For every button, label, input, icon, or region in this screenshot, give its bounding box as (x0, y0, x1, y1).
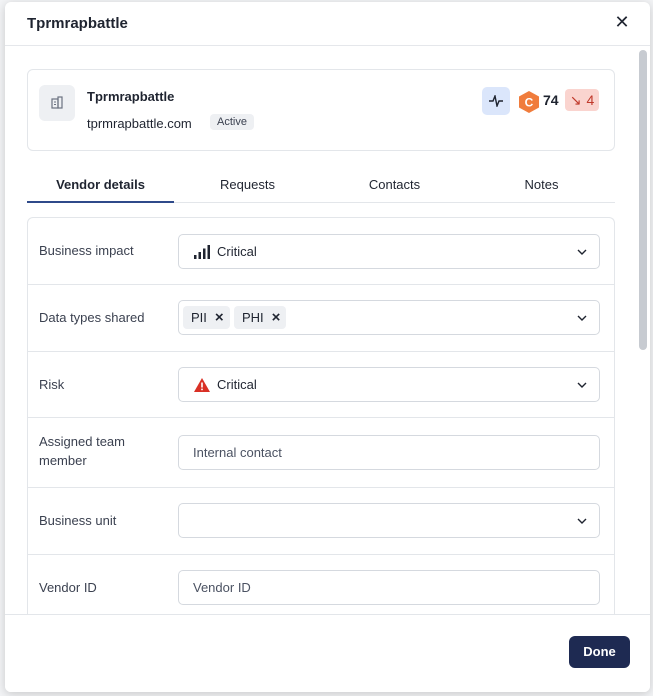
data-types-label: Data types shared (39, 310, 145, 325)
score-trend-badge: ↘ 4 (565, 89, 599, 111)
modal-body[interactable]: Tprmrapbattle tprmrapbattle.com Active C… (5, 47, 650, 614)
form-row-risk: Risk Critical (28, 352, 614, 418)
trend-value: 4 (586, 92, 595, 108)
scrollbar-thumb[interactable] (639, 50, 647, 350)
business-impact-value: Critical (217, 244, 257, 259)
tab-notes[interactable]: Notes (468, 177, 615, 203)
activity-pulse-icon[interactable] (482, 87, 510, 115)
modal-title: Tprmrapbattle (27, 15, 128, 32)
vendor-details-form: Business impact Critical Data types shar… (27, 217, 615, 614)
chevron-down-icon (577, 249, 587, 255)
modal-footer: Done (5, 614, 650, 692)
form-row-data-types: Data types shared PII × PHI × (28, 285, 614, 352)
risk-value: Critical (217, 377, 257, 392)
done-button[interactable]: Done (569, 636, 630, 668)
risk-select[interactable]: Critical (178, 367, 600, 402)
security-score: 74 (543, 92, 559, 108)
tab-vendor-details[interactable]: Vendor details (27, 177, 174, 203)
business-unit-label: Business unit (39, 513, 117, 528)
arrow-down-right-icon: ↘ (569, 91, 582, 108)
business-impact-select[interactable]: Critical (178, 234, 600, 269)
assigned-placeholder: Internal contact (193, 445, 282, 460)
chevron-down-icon (577, 518, 587, 524)
vendor-modal: Tprmrapbattle ✕ Tprmrapbattle tprmrapbat… (5, 2, 650, 692)
tag-label: PHI (242, 310, 264, 325)
business-unit-select[interactable] (178, 503, 600, 538)
form-row-vendor-id: Vendor ID Vendor ID (28, 555, 614, 614)
tab-contacts[interactable]: Contacts (321, 177, 468, 203)
tag-phi[interactable]: PHI × (234, 306, 287, 329)
data-types-multiselect[interactable]: PII × PHI × (178, 300, 600, 335)
assigned-input[interactable]: Internal contact (178, 435, 600, 470)
form-row-assigned: Assigned team member Internal contact (28, 418, 614, 488)
form-row-business-impact: Business impact Critical (28, 218, 614, 285)
chevron-down-icon (577, 315, 587, 321)
business-impact-label: Business impact (39, 243, 134, 258)
tab-bar: Vendor details Requests Contacts Notes (27, 171, 615, 203)
close-icon[interactable]: ✕ (614, 13, 630, 31)
modal-header: Tprmrapbattle ✕ (5, 2, 650, 46)
remove-tag-icon[interactable]: × (272, 306, 281, 329)
status-badge: Active (210, 114, 254, 130)
grade-hexagon-icon: C (519, 91, 539, 113)
tag-label: PII (191, 310, 207, 325)
vendor-domain: tprmrapbattle.com (87, 116, 192, 131)
building-icon (39, 85, 75, 121)
tab-requests[interactable]: Requests (174, 177, 321, 203)
scrollbar[interactable] (638, 47, 648, 614)
grade-letter: C (525, 96, 534, 110)
vendor-id-label: Vendor ID (39, 580, 97, 595)
warning-triangle-icon (194, 378, 210, 392)
signal-bars-icon (194, 245, 210, 259)
risk-label: Risk (39, 377, 65, 392)
tag-pii[interactable]: PII × (183, 306, 230, 329)
chevron-down-icon (577, 382, 587, 388)
form-row-business-unit: Business unit (28, 488, 614, 555)
remove-tag-icon[interactable]: × (215, 306, 224, 329)
assigned-label: Assigned team member (39, 434, 125, 468)
vendor-id-placeholder: Vendor ID (193, 580, 251, 595)
vendor-summary-card: Tprmrapbattle tprmrapbattle.com Active C… (27, 69, 615, 151)
vendor-id-input[interactable]: Vendor ID (178, 570, 600, 605)
vendor-name: Tprmrapbattle (87, 89, 175, 104)
